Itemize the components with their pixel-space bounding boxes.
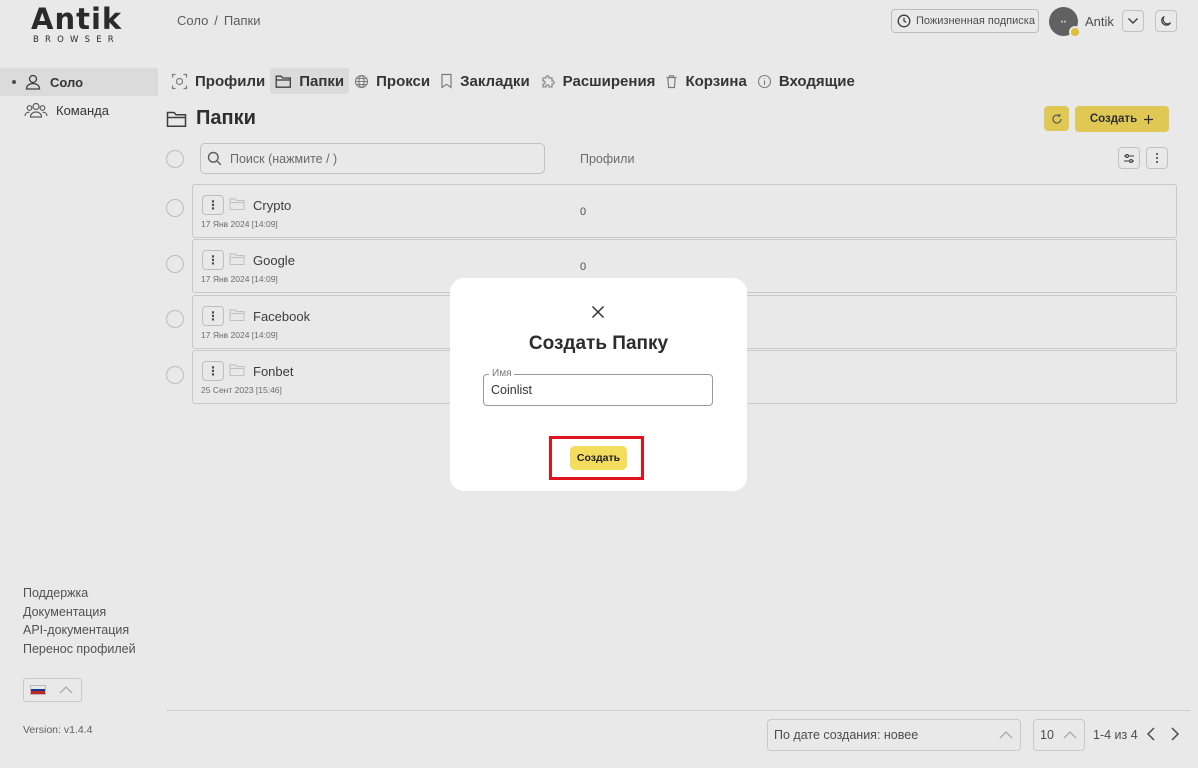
dialog-title: Создать Папку — [528, 333, 669, 354]
app-window: Antik BROWSER Соло Команда Поддержка Док… — [0, 0, 1198, 768]
folder-name-input[interactable] — [491, 383, 701, 397]
folder-name-label: Имя — [489, 368, 515, 380]
submit-create-button[interactable]: Создать — [570, 446, 627, 470]
create-folder-dialog: Создать Папку Имя Создать — [450, 278, 747, 491]
folder-name-field[interactable]: Имя — [483, 368, 713, 406]
close-icon[interactable] — [591, 305, 605, 319]
